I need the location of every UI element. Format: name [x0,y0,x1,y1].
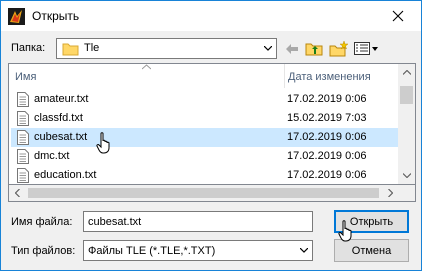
list-header: Имя Дата изменения [9,64,399,88]
column-header-name[interactable]: Имя [9,64,285,88]
filetype-value: Файлы TLE (*.TLE,*.TXT) [88,245,216,257]
up-folder-icon [305,43,323,56]
chevron-down-icon[interactable] [295,241,312,260]
app-icon [8,8,25,25]
text-file-icon [17,92,29,110]
new-folder-button[interactable] [328,38,350,59]
filetype-label: Тип файлов: [11,245,76,257]
list-item-selected[interactable]: cubesat.txt 17.02.2019 0:06 [11,128,398,147]
chevron-down-icon [402,173,411,178]
list-item[interactable]: education.txt 17.02.2019 0:06 [11,166,398,184]
scrollbar-corner [399,185,416,202]
new-folder-icon [329,40,349,56]
window-title: Открыть [32,9,80,23]
view-menu-icon [354,41,378,55]
list-item[interactable]: amateur.txt 17.02.2019 0:06 [11,90,398,109]
open-file-dialog: Открыть Папка: Tle Имя Дата изменения am… [0,0,422,271]
folder-value: Tle [84,42,100,54]
chevron-up-icon [402,70,411,75]
filename-label: Имя файла: [11,216,73,228]
back-button[interactable] [284,38,300,59]
hand-cursor-icon [338,220,352,242]
file-date: 17.02.2019 0:06 [287,169,367,181]
up-folder-button[interactable] [304,38,324,59]
back-arrow-icon [286,43,298,54]
list-item[interactable]: classfd.txt 15.02.2019 7:03 [11,109,398,128]
column-name-label: Имя [15,71,37,83]
file-date: 17.02.2019 0:06 [287,131,367,143]
sort-up-icon [142,64,151,70]
scroll-right-button[interactable] [382,185,399,201]
close-button[interactable] [375,1,421,31]
scroll-thumb[interactable] [28,188,379,198]
list-item[interactable]: dmc.txt 17.02.2019 0:06 [11,147,398,166]
file-date: 15.02.2019 7:03 [287,112,367,124]
filetype-select[interactable]: Файлы TLE (*.TLE,*.TXT) [83,240,313,261]
hand-cursor-icon [96,132,110,154]
column-header-date[interactable]: Дата изменения [286,64,399,88]
file-list[interactable]: Имя Дата изменения amateur.txt 17.02.201… [8,63,416,185]
file-name: dmc.txt [34,150,70,162]
scroll-thumb[interactable] [400,86,413,104]
cancel-button-label: Отмена [351,244,392,257]
text-file-icon [17,168,29,184]
file-name: amateur.txt [34,93,89,105]
open-button-label: Открыть [349,215,394,228]
scroll-down-button[interactable] [398,167,415,184]
chevron-down-icon[interactable] [259,39,276,58]
file-date: 17.02.2019 0:06 [287,93,367,105]
text-file-icon [17,149,29,167]
vertical-scrollbar[interactable] [398,64,415,184]
chevron-right-icon [388,189,393,197]
title-bar: Открыть [1,1,421,31]
cancel-button[interactable]: Отмена [334,239,409,262]
file-date: 17.02.2019 0:06 [287,150,367,162]
text-file-icon [17,130,29,148]
folder-icon [62,42,79,59]
close-icon [392,10,404,22]
file-name: cubesat.txt [34,131,88,143]
file-name: classfd.txt [34,112,83,124]
scroll-up-button[interactable] [398,64,415,81]
file-name: education.txt [34,169,97,181]
scroll-left-button[interactable] [9,185,26,201]
folder-label: Папка: [11,42,46,54]
filename-input[interactable] [83,211,313,232]
folder-select[interactable]: Tle [56,38,277,59]
text-file-icon [17,111,29,129]
horizontal-scrollbar[interactable] [8,185,399,202]
column-date-label: Дата изменения [288,71,371,83]
view-menu-button[interactable] [353,38,379,59]
chevron-left-icon [15,189,20,197]
